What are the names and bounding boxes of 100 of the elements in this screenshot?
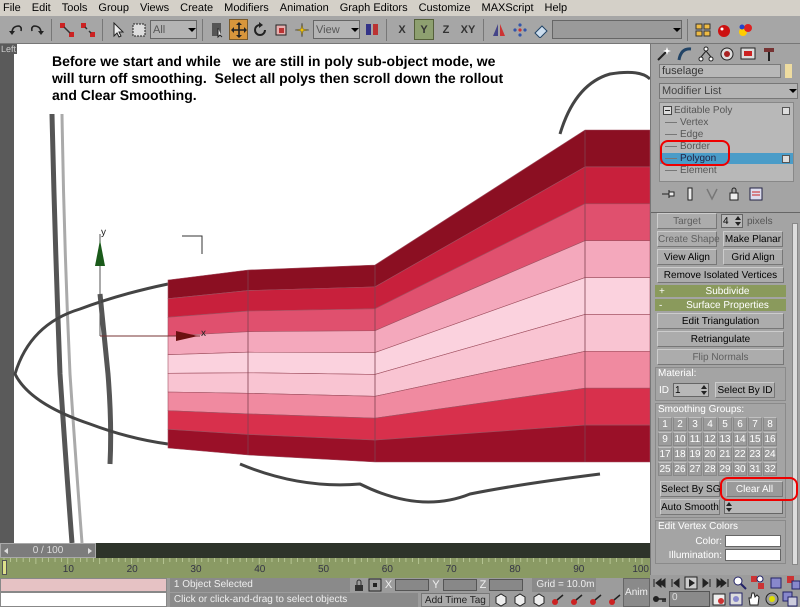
toggle-icon[interactable] bbox=[782, 154, 790, 162]
panel-tab[interactable] bbox=[718, 46, 736, 62]
smoothing-group-button[interactable]: 26 bbox=[673, 462, 687, 476]
smoothing-group-button[interactable]: 1 bbox=[658, 417, 672, 431]
modifier-stack[interactable]: Editable Poly Vertex Edge Border Polygon Element bbox=[659, 102, 794, 182]
smoothing-group-button[interactable]: 9 bbox=[658, 432, 672, 446]
smoothing-group-button[interactable]: 12 bbox=[703, 432, 717, 446]
smoothing-group-button[interactable]: 19 bbox=[688, 447, 702, 461]
go-to-start-icon[interactable] bbox=[652, 576, 666, 590]
collapse-box-icon[interactable] bbox=[663, 106, 672, 115]
smoothing-group-button[interactable]: 23 bbox=[748, 447, 762, 461]
smoothing-group-button[interactable]: 8 bbox=[763, 417, 777, 431]
smoothing-group-button[interactable]: 6 bbox=[733, 417, 747, 431]
smoothing-group-button[interactable]: 18 bbox=[673, 447, 687, 461]
smoothing-group-button[interactable]: 22 bbox=[733, 447, 747, 461]
smoothing-group-button[interactable]: 17 bbox=[658, 447, 672, 461]
script-listener-field[interactable] bbox=[0, 592, 167, 607]
panel-button[interactable]: Grid Align bbox=[723, 249, 783, 265]
left-arrow-icon[interactable] bbox=[2, 546, 10, 556]
smoothing-group-button[interactable]: 30 bbox=[733, 462, 747, 476]
axis-constraint-button[interactable]: XY bbox=[458, 19, 478, 40]
panel-button[interactable]: Select By SG bbox=[660, 481, 720, 497]
modifier-list-dropdown[interactable]: Modifier List bbox=[659, 83, 798, 99]
smoothing-group-button[interactable]: 21 bbox=[718, 447, 732, 461]
object-name-field[interactable]: fuselage bbox=[659, 64, 781, 78]
smoothing-group-button[interactable]: 14 bbox=[733, 432, 747, 446]
rollout-header[interactable]: - Surface Properties bbox=[655, 299, 786, 311]
play-icon[interactable] bbox=[684, 576, 698, 590]
toggle-icon[interactable] bbox=[782, 106, 790, 114]
smoothing-group-button[interactable]: 16 bbox=[763, 432, 777, 446]
menu-item[interactable]: Modifiers bbox=[224, 2, 269, 14]
panel-button[interactable]: Make Planar bbox=[723, 231, 783, 247]
absolute-mode-icon[interactable] bbox=[368, 578, 382, 592]
add-time-tag-button[interactable]: Add Time Tag bbox=[420, 593, 490, 607]
panel-button[interactable]: Select By ID bbox=[715, 382, 775, 398]
spinner-field[interactable] bbox=[724, 500, 783, 514]
script-listener-field[interactable] bbox=[0, 578, 167, 592]
menu-item[interactable]: Views bbox=[140, 2, 170, 14]
panel-tab[interactable] bbox=[655, 46, 673, 62]
smoothing-group-button[interactable]: 32 bbox=[763, 462, 777, 476]
smoothing-group-button[interactable]: 7 bbox=[748, 417, 762, 431]
smoothing-group-button[interactable]: 20 bbox=[703, 447, 717, 461]
stack-item[interactable]: Border bbox=[660, 141, 793, 152]
stack-item[interactable]: Edge bbox=[660, 129, 793, 140]
dropdown[interactable]: All bbox=[150, 20, 197, 39]
panel-button[interactable]: Auto Smooth bbox=[660, 499, 720, 515]
track-bar[interactable]: 10 20 30 40 50 60 70 80 90 100 bbox=[0, 558, 650, 578]
coordinate-field[interactable] bbox=[395, 579, 430, 591]
smoothing-group-button[interactable]: 28 bbox=[703, 462, 717, 476]
stack-item[interactable]: Polygon bbox=[660, 153, 793, 164]
axis-constraint-button[interactable]: Z bbox=[436, 19, 456, 40]
smoothing-group-button[interactable]: 24 bbox=[763, 447, 777, 461]
object-color-swatch[interactable] bbox=[785, 64, 792, 78]
menu-item[interactable]: Edit bbox=[32, 2, 51, 14]
configure-button[interactable] bbox=[747, 186, 765, 202]
scroll-bar[interactable] bbox=[792, 223, 798, 565]
spinner-field[interactable]: 4 bbox=[721, 214, 743, 228]
spinner-field[interactable]: 1 bbox=[673, 383, 709, 397]
stack-item[interactable]: Element bbox=[660, 165, 793, 176]
lock-icon[interactable] bbox=[352, 578, 365, 592]
panel-tab[interactable] bbox=[697, 46, 715, 62]
frame-field[interactable]: 0 bbox=[669, 591, 710, 607]
menu-item[interactable]: Tools bbox=[62, 2, 88, 14]
menu-item[interactable]: MAXScript bbox=[482, 2, 534, 14]
panel-button[interactable]: Remove Isolated Vertices bbox=[657, 267, 784, 283]
maximize-viewport-icon[interactable] bbox=[782, 591, 798, 607]
smoothing-group-button[interactable]: 10 bbox=[673, 432, 687, 446]
menu-item[interactable]: File bbox=[3, 2, 21, 14]
viewport-label[interactable]: Left bbox=[0, 44, 18, 54]
axis-constraint-button[interactable]: X bbox=[392, 19, 412, 40]
animate-button[interactable]: Anim bbox=[622, 578, 650, 607]
menu-item[interactable]: Animation bbox=[280, 2, 329, 14]
smoothing-group-button[interactable]: 5 bbox=[718, 417, 732, 431]
color-swatch[interactable] bbox=[725, 549, 781, 561]
axis-constraint-button[interactable]: Y bbox=[414, 19, 434, 40]
panel-tab[interactable] bbox=[739, 46, 757, 62]
rollout-header[interactable]: + Subdivide bbox=[655, 285, 786, 297]
smoothing-group-button[interactable]: 2 bbox=[673, 417, 687, 431]
orbit-icon[interactable] bbox=[764, 591, 780, 607]
field-of-view-icon[interactable] bbox=[728, 591, 744, 607]
smoothing-group-button[interactable]: 3 bbox=[688, 417, 702, 431]
coordinate-field[interactable] bbox=[442, 579, 477, 591]
panel-button[interactable]: View Align bbox=[657, 249, 717, 265]
panel-button[interactable]: Retriangulate bbox=[657, 331, 784, 347]
smoothing-group-button[interactable]: 31 bbox=[748, 462, 762, 476]
panel-button[interactable]: Edit Triangulation bbox=[657, 313, 784, 329]
smoothing-group-button[interactable]: 13 bbox=[718, 432, 732, 446]
dropdown[interactable]: View bbox=[313, 20, 360, 39]
time-slider-track[interactable]: 0 / 100 bbox=[0, 543, 650, 558]
zoom-extents-all-icon[interactable] bbox=[786, 575, 800, 591]
go-to-end-icon[interactable] bbox=[716, 576, 730, 590]
smoothing-group-button[interactable]: 25 bbox=[658, 462, 672, 476]
smoothing-group-button[interactable]: 11 bbox=[688, 432, 702, 446]
time-config-icon[interactable] bbox=[712, 592, 726, 606]
zoom-all-icon[interactable] bbox=[750, 575, 766, 591]
smoothing-group-button[interactable]: 4 bbox=[703, 417, 717, 431]
color-swatch[interactable] bbox=[725, 535, 781, 547]
stack-item[interactable]: Vertex bbox=[660, 117, 793, 128]
menu-item[interactable]: Customize bbox=[418, 2, 471, 14]
menu-item[interactable]: Group bbox=[98, 2, 129, 14]
